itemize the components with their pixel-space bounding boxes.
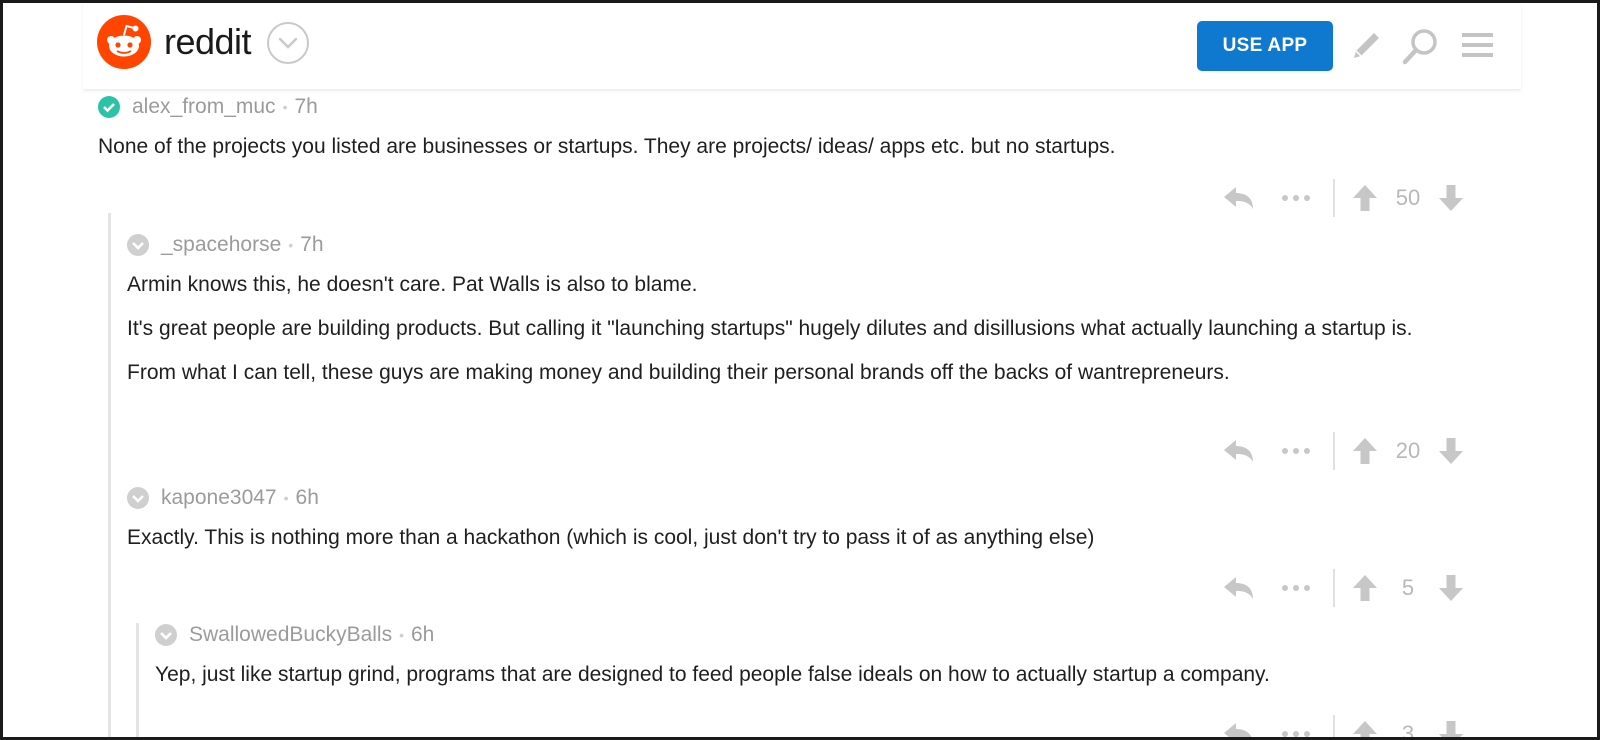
more-options-icon[interactable] xyxy=(1277,194,1315,202)
downvote-icon[interactable] xyxy=(1433,184,1469,212)
meta-separator: • xyxy=(282,99,288,115)
use-app-button[interactable]: USE APP xyxy=(1197,21,1333,71)
more-options-icon[interactable] xyxy=(1277,730,1315,737)
comment-actions: 50 xyxy=(1219,179,1469,217)
comment-score: 20 xyxy=(1395,438,1421,463)
collapse-check-icon[interactable] xyxy=(127,234,149,256)
comment-age: 7h xyxy=(294,95,318,118)
comment-paragraph: Armin knows this, he doesn't care. Pat W… xyxy=(127,273,698,296)
reddit-mobile-page: reddit USE APP alex_from_muc • 7h None o… xyxy=(3,3,1597,737)
comment-score: 5 xyxy=(1401,575,1415,600)
comment-age: 6h xyxy=(411,623,435,646)
verified-check-icon xyxy=(98,96,120,118)
action-divider xyxy=(1333,179,1335,217)
upvote-icon[interactable] xyxy=(1347,720,1383,737)
pencil-icon[interactable] xyxy=(1347,27,1385,65)
reply-icon[interactable] xyxy=(1219,575,1259,601)
comment-body: None of the projects you listed are busi… xyxy=(98,133,1498,161)
comment-body: Exactly. This is nothing more than a hac… xyxy=(127,524,1467,552)
comment-username[interactable]: SwallowedBuckyBalls xyxy=(189,623,392,647)
thread-line xyxy=(108,213,111,737)
comment: SwallowedBuckyBalls • 6h Yep, just like … xyxy=(155,621,1465,705)
meta-separator: • xyxy=(283,490,289,506)
comment-age: 6h xyxy=(295,486,319,509)
downvote-icon[interactable] xyxy=(1433,720,1469,737)
comment-meta: _spacehorse • 7h xyxy=(127,231,1467,259)
reply-icon[interactable] xyxy=(1219,721,1259,737)
comment-username[interactable]: _spacehorse xyxy=(161,233,281,257)
comment-body: Yep, just like startup grind, programs t… xyxy=(155,661,1465,689)
meta-separator: • xyxy=(399,627,404,643)
search-icon[interactable] xyxy=(1401,27,1439,65)
comment-age: 7h xyxy=(300,233,324,256)
comment-meta: SwallowedBuckyBalls • 6h xyxy=(155,621,1465,649)
meta-separator: • xyxy=(288,237,294,253)
comment-paragraph: None of the projects you listed are busi… xyxy=(98,135,1116,158)
action-divider xyxy=(1333,569,1335,607)
comment-meta: alex_from_muc • 7h xyxy=(98,93,1498,121)
comment-username[interactable]: alex_from_muc xyxy=(132,95,276,119)
comment-username[interactable]: kapone3047 xyxy=(161,486,277,510)
chevron-down-icon[interactable] xyxy=(267,22,309,64)
upvote-icon[interactable] xyxy=(1347,437,1383,465)
menu-icon[interactable] xyxy=(1459,27,1497,65)
comment-score: 50 xyxy=(1395,185,1421,210)
reddit-snoo-icon[interactable] xyxy=(97,15,151,69)
comment-actions: 5 xyxy=(1219,569,1469,607)
comment-paragraph: Exactly. This is nothing more than a hac… xyxy=(127,526,1095,549)
comment-paragraph: It's great people are building products.… xyxy=(127,317,1413,340)
reddit-wordmark[interactable]: reddit xyxy=(164,21,252,63)
comment-body: Armin knows this, he doesn't care. Pat W… xyxy=(127,271,1467,387)
comment-paragraph: Yep, just like startup grind, programs t… xyxy=(155,663,1270,686)
collapse-check-icon[interactable] xyxy=(155,624,177,646)
upvote-icon[interactable] xyxy=(1347,184,1383,212)
upvote-icon[interactable] xyxy=(1347,574,1383,602)
reply-icon[interactable] xyxy=(1219,185,1259,211)
reply-icon[interactable] xyxy=(1219,438,1259,464)
comment: _spacehorse • 7h Armin knows this, he do… xyxy=(127,231,1467,403)
more-options-icon[interactable] xyxy=(1277,584,1315,592)
downvote-icon[interactable] xyxy=(1433,574,1469,602)
comment-score: 3 xyxy=(1401,721,1415,737)
comment: kapone3047 • 6h Exactly. This is nothing… xyxy=(127,484,1467,568)
top-header: reddit USE APP xyxy=(83,3,1521,89)
action-divider xyxy=(1333,432,1335,470)
comment-actions: 3 xyxy=(1219,715,1469,737)
comment: alex_from_muc • 7h None of the projects … xyxy=(98,93,1498,177)
more-options-icon[interactable] xyxy=(1277,447,1315,455)
downvote-icon[interactable] xyxy=(1433,437,1469,465)
comment-paragraph: From what I can tell, these guys are mak… xyxy=(127,361,1230,384)
thread-line xyxy=(136,623,139,737)
comment-meta: kapone3047 • 6h xyxy=(127,484,1467,512)
collapse-check-icon[interactable] xyxy=(127,487,149,509)
action-divider xyxy=(1333,715,1335,737)
comment-actions: 20 xyxy=(1219,432,1469,470)
